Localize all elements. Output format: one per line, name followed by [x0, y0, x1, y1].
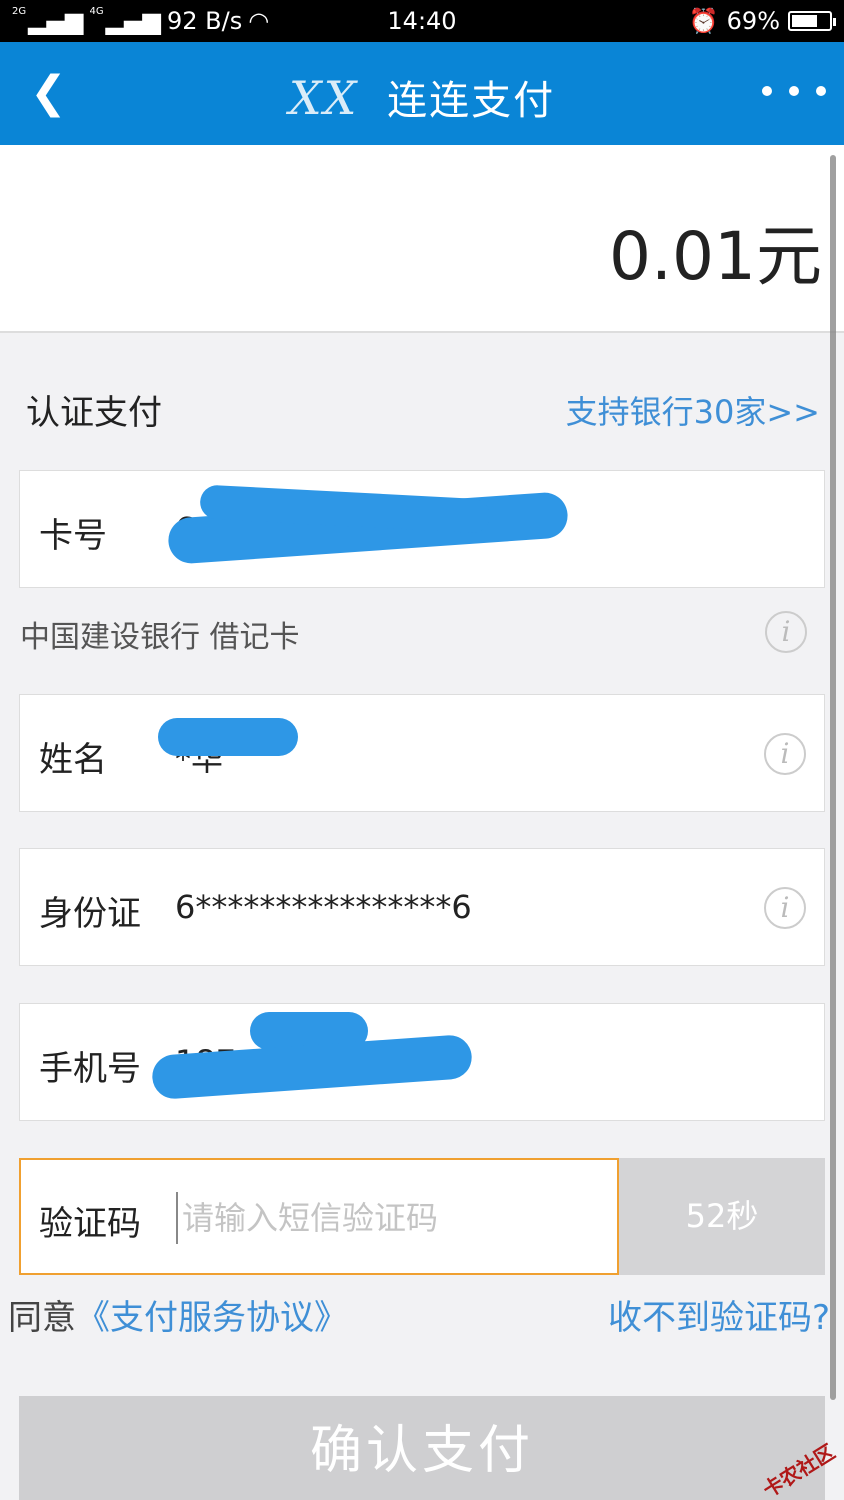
status-bar: 2G ▂▄▆ 4G ▂▄▆ 92 B/s ◠ 14:40 ⏰ 69% — [0, 0, 844, 42]
info-icon[interactable]: i — [765, 611, 807, 653]
battery-icon — [788, 11, 836, 31]
resend-countdown-button[interactable]: 52秒 — [619, 1158, 825, 1275]
agreement-text: 同意《支付服务协议》 — [8, 1290, 348, 1339]
alarm-icon: ⏰ — [688, 7, 719, 35]
no-code-link[interactable]: 收不到验证码? — [608, 1290, 830, 1339]
more-button[interactable] — [762, 86, 826, 100]
status-right: ⏰ 69% — [688, 7, 836, 35]
more-dot-icon — [816, 86, 826, 96]
lianlian-logo-icon: XX — [288, 71, 359, 125]
app-title: 连连支付 — [387, 78, 556, 124]
app-bar: ❮ XX 连连支付 — [0, 42, 844, 145]
agreement-prefix: 同意 — [8, 1298, 76, 1338]
info-icon[interactable]: i — [764, 887, 806, 929]
more-dot-icon — [762, 86, 772, 96]
app-title-group: XX 连连支付 — [0, 68, 844, 126]
verification-code-row: 验证码 52秒 — [19, 1158, 825, 1275]
amount-panel: 0.01元 — [0, 145, 844, 333]
payment-agreement-link[interactable]: 《支付服务协议》 — [76, 1298, 348, 1338]
info-icon[interactable]: i — [764, 733, 806, 775]
verification-code-label: 验证码 — [39, 1204, 141, 1244]
verification-code-field[interactable]: 验证码 — [19, 1158, 619, 1275]
card-number-label: 卡号 — [39, 516, 107, 556]
redaction-mark — [158, 718, 298, 756]
confirm-payment-button[interactable]: 确认支付 — [19, 1396, 825, 1500]
id-card-label: 身份证 — [39, 894, 141, 934]
battery-percent: 69% — [726, 7, 780, 35]
bank-card-info: 中国建设银行 借记卡 — [20, 620, 300, 655]
verification-code-input[interactable] — [176, 1192, 596, 1244]
name-field[interactable]: 姓名 *华 i — [19, 694, 825, 812]
more-dot-icon — [789, 86, 799, 96]
scrollbar[interactable] — [830, 155, 836, 1400]
id-card-value: 6****************6 — [175, 888, 472, 926]
payment-amount: 0.01元 — [609, 218, 822, 295]
id-card-field[interactable]: 身份证 6****************6 i — [19, 848, 825, 966]
supported-banks-link[interactable]: 支持银行30家>> — [566, 387, 820, 433]
name-label: 姓名 — [39, 740, 107, 780]
battery-fill — [792, 15, 817, 27]
section-title: 认证支付 — [26, 393, 162, 433]
phone-label: 手机号 — [39, 1049, 141, 1089]
